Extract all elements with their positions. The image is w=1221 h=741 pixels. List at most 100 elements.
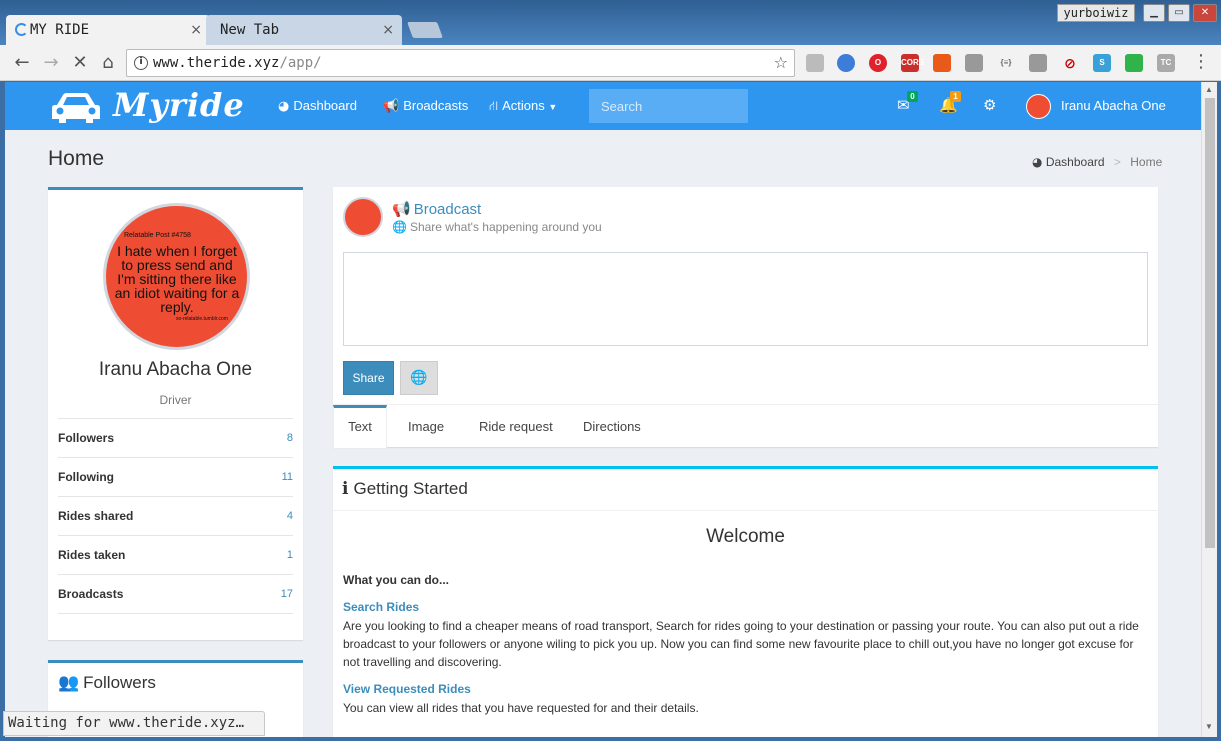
nav-broadcasts[interactable]: 📢 Broadcasts [383,98,468,114]
divider [333,510,1158,511]
share-button[interactable]: Share [343,361,394,395]
stop-icon[interactable]: ✕ [68,51,92,75]
visibility-globe-button[interactable]: 🌐 [400,361,438,395]
gear-icon[interactable]: ⚙ [983,96,996,114]
tab-image[interactable]: Image [408,405,444,448]
info-icon: i [342,479,349,499]
user-avatar[interactable] [1026,94,1051,119]
breadcrumb: ◕ Dashboard > Home [1032,155,1162,169]
stat-label: Followers [58,431,115,445]
stat-value: 8 [286,432,293,444]
dashboard-icon: ◕ [278,99,290,114]
stat-label: Following [58,470,114,484]
followers-title-text: Followers [83,673,156,692]
block-icon[interactable]: ⊘ [1061,54,1079,72]
tc-icon[interactable]: TC [1157,54,1175,72]
forward-icon[interactable]: → [39,51,63,75]
nav-label: Broadcasts [403,98,469,113]
stat-rides-taken[interactable]: Rides taken 1 [58,536,293,575]
close-window-icon[interactable]: ✕ [1193,4,1217,22]
extension-icon[interactable] [806,54,824,72]
office-icon[interactable] [933,54,951,72]
getting-started-title-text: Getting Started [353,479,468,498]
close-tab-icon[interactable]: × [382,15,394,45]
loading-spinner-icon [15,23,28,36]
stat-followers[interactable]: Followers 8 [58,419,293,458]
caret-down-icon: ▼ [548,102,558,112]
getting-started-card: i Getting Started Welcome What you can do… [333,466,1158,737]
stat-value: 4 [286,510,293,522]
minimize-icon[interactable]: ▁ [1143,4,1165,22]
messages-badge: 0 [907,91,918,102]
stat-label: Rides taken [58,548,126,562]
road-icon: ⛙ [489,99,499,114]
maximize-icon[interactable]: ▭ [1168,4,1190,22]
skype-icon[interactable]: S [1093,54,1111,72]
stat-rides-shared[interactable]: Rides shared 4 [58,497,293,536]
browser-tabstrip: MY RIDE × New Tab × yurboiwiz ▁ ▭ ✕ [0,0,1221,45]
broadcast-title-text: Broadcast [413,201,482,218]
globe-icon: 🌐 [392,220,407,234]
app-logo[interactable]: Myride [113,86,245,124]
search-rides-link[interactable]: Search Rides [343,600,419,614]
avatar-credit: so-relatable.tumblr.com [176,316,228,322]
scrollbar-thumb[interactable] [1205,98,1215,548]
tab-ride-request[interactable]: Ride request [479,405,553,448]
header-search-input[interactable] [589,89,748,123]
scroll-down-icon[interactable]: ▼ [1205,722,1213,731]
tab-text[interactable]: Text [333,405,387,448]
page-viewport: Myride ◕ Dashboard 📢 Broadcasts ⛙ Actions ▼… [5,82,1201,737]
url-domain: www.theride.xyz [153,55,280,71]
breadcrumb-link[interactable]: Dashboard [1046,155,1105,169]
site-info-icon[interactable]: i [134,56,148,70]
broadcast-textarea[interactable] [343,252,1148,346]
profile-role: Driver [159,393,192,407]
welcome-heading: Welcome [706,526,785,547]
tab-directions[interactable]: Directions [583,405,641,448]
getting-started-title: i Getting Started [342,479,468,499]
view-requested-rides-link[interactable]: View Requested Rides [343,682,471,696]
nav-label: Actions [502,98,545,113]
dashboard-icon: ◕ [1032,155,1043,169]
json-icon[interactable]: {≡} [997,54,1015,72]
page-scrollbar[interactable]: ▲ ▼ [1201,82,1217,737]
broadcast-subtitle-text: Share what's happening around you [409,220,602,234]
cors-icon[interactable]: CORS [901,54,924,72]
extension-icon[interactable] [965,54,983,72]
profile-card: Relatable Post #4758 I hate when I forge… [48,187,303,640]
stat-value: 17 [280,588,293,600]
stat-broadcasts[interactable]: Broadcasts 17 [58,575,293,614]
breadcrumb-current: Home [1130,155,1163,169]
home-icon[interactable]: ⌂ [96,51,120,75]
browser-tab-active[interactable]: MY RIDE × [6,15,210,45]
nav-actions[interactable]: ⛙ Actions ▼ [489,98,557,116]
bookmark-star-icon[interactable]: ☆ [774,50,788,76]
avatar-quote: I hate when I forget to press send and I… [114,243,240,315]
user-menu-name[interactable]: Iranu Abacha One [1061,98,1166,113]
zoom-icon[interactable] [1029,54,1047,72]
extension-globe-icon[interactable] [837,54,855,72]
browser-profile-button[interactable]: yurboiwiz [1057,4,1135,22]
extension-icon[interactable] [1125,54,1143,72]
opera-icon[interactable]: O [869,54,887,72]
broadcast-title[interactable]: 📢 Broadcast [392,200,481,218]
new-tab-button[interactable] [407,22,443,38]
nav-label: Dashboard [293,98,357,113]
app-header: Myride ◕ Dashboard 📢 Broadcasts ⛙ Actions ▼… [5,82,1201,130]
avatar-tag: Relatable Post #4758 [124,232,191,239]
back-icon[interactable]: ← [10,51,34,75]
browser-menu-icon[interactable]: ⋮ [1192,51,1210,72]
bullhorn-icon: 📢 [392,200,411,218]
notifications-badge: 1 [950,91,961,102]
scroll-up-icon[interactable]: ▲ [1205,85,1213,94]
stat-value: 1 [286,549,293,561]
followers-title: 👥 Followers [58,673,156,693]
car-logo-icon[interactable] [51,91,101,125]
nav-dashboard[interactable]: ◕ Dashboard [278,98,357,114]
stat-following[interactable]: Following 11 [58,458,293,497]
tab-title: New Tab [220,22,280,38]
address-bar[interactable]: i www.theride.xyz/app/ ☆ [126,49,795,77]
bullhorn-icon: 📢 [383,99,400,114]
browser-tab[interactable]: New Tab × [206,15,402,45]
close-tab-icon[interactable]: × [190,15,202,45]
